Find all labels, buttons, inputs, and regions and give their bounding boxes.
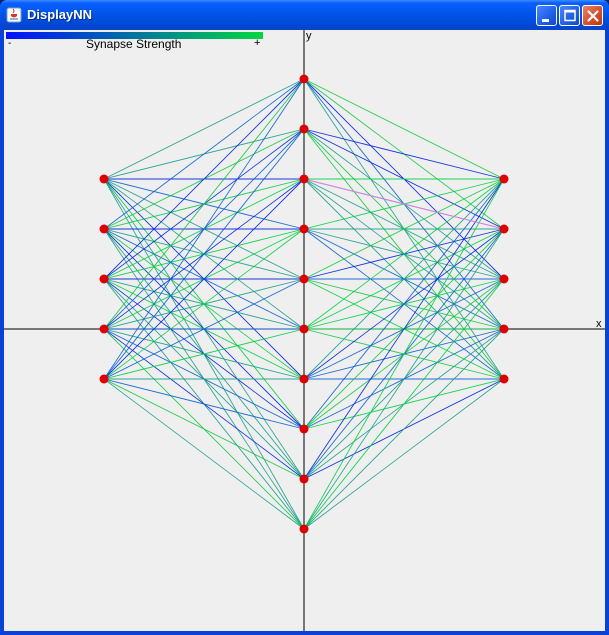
neuron-node-center bbox=[299, 74, 309, 84]
neuron-node-left bbox=[99, 224, 109, 234]
x-axis-label: x bbox=[596, 318, 602, 330]
neuron-node-center bbox=[299, 274, 309, 284]
neuron-node-center bbox=[299, 224, 309, 234]
neuron-node-left bbox=[99, 374, 109, 384]
neuron-node-right bbox=[499, 324, 509, 334]
neuron-node-right bbox=[499, 224, 509, 234]
synapse-line bbox=[303, 328, 505, 530]
minimize-icon bbox=[542, 19, 549, 22]
legend-minus-label: - bbox=[8, 38, 12, 49]
synapse-line bbox=[303, 378, 505, 530]
neuron-node-left bbox=[99, 174, 109, 184]
maximize-icon bbox=[564, 9, 576, 22]
network-canvas: - Synapse Strength + y x bbox=[4, 30, 605, 631]
neuron-node-center bbox=[299, 524, 309, 534]
minimize-button[interactable] bbox=[536, 5, 557, 26]
synapse-line bbox=[103, 128, 305, 380]
neuron-node-left bbox=[99, 274, 109, 284]
neuron-node-right bbox=[499, 374, 509, 384]
synapse-line bbox=[303, 178, 505, 430]
neuron-node-center bbox=[299, 474, 309, 484]
close-button[interactable] bbox=[582, 5, 603, 26]
y-axis-label: y bbox=[306, 30, 312, 42]
synapse-line bbox=[303, 78, 505, 180]
title-bar[interactable]: DisplayNN bbox=[0, 0, 609, 30]
window-title: DisplayNN bbox=[27, 7, 93, 22]
legend-plus-label: + bbox=[254, 37, 261, 49]
app-window: DisplayNN - Synapse Strength + y x bbox=[0, 0, 609, 635]
maximize-button[interactable] bbox=[559, 5, 580, 26]
close-icon bbox=[587, 10, 599, 22]
network-plot bbox=[4, 30, 605, 631]
synapse-line bbox=[103, 78, 305, 180]
neuron-node-left bbox=[99, 324, 109, 334]
synapse-line bbox=[303, 278, 505, 530]
neuron-node-center bbox=[299, 174, 309, 184]
neuron-node-center bbox=[299, 424, 309, 434]
synapse-line bbox=[103, 78, 305, 230]
synapse-line bbox=[103, 378, 305, 430]
neuron-node-center bbox=[299, 324, 309, 334]
synapse-line bbox=[103, 378, 305, 480]
synapse-line bbox=[103, 78, 305, 330]
neuron-node-center bbox=[299, 374, 309, 384]
synapse-line bbox=[303, 128, 505, 180]
legend-title: Synapse Strength bbox=[86, 37, 182, 51]
synapse-line bbox=[303, 178, 505, 530]
synapse-line bbox=[103, 378, 305, 530]
java-cup-icon bbox=[6, 7, 22, 23]
neuron-node-right bbox=[499, 174, 509, 184]
neuron-node-center bbox=[299, 124, 309, 134]
neuron-node-right bbox=[499, 274, 509, 284]
